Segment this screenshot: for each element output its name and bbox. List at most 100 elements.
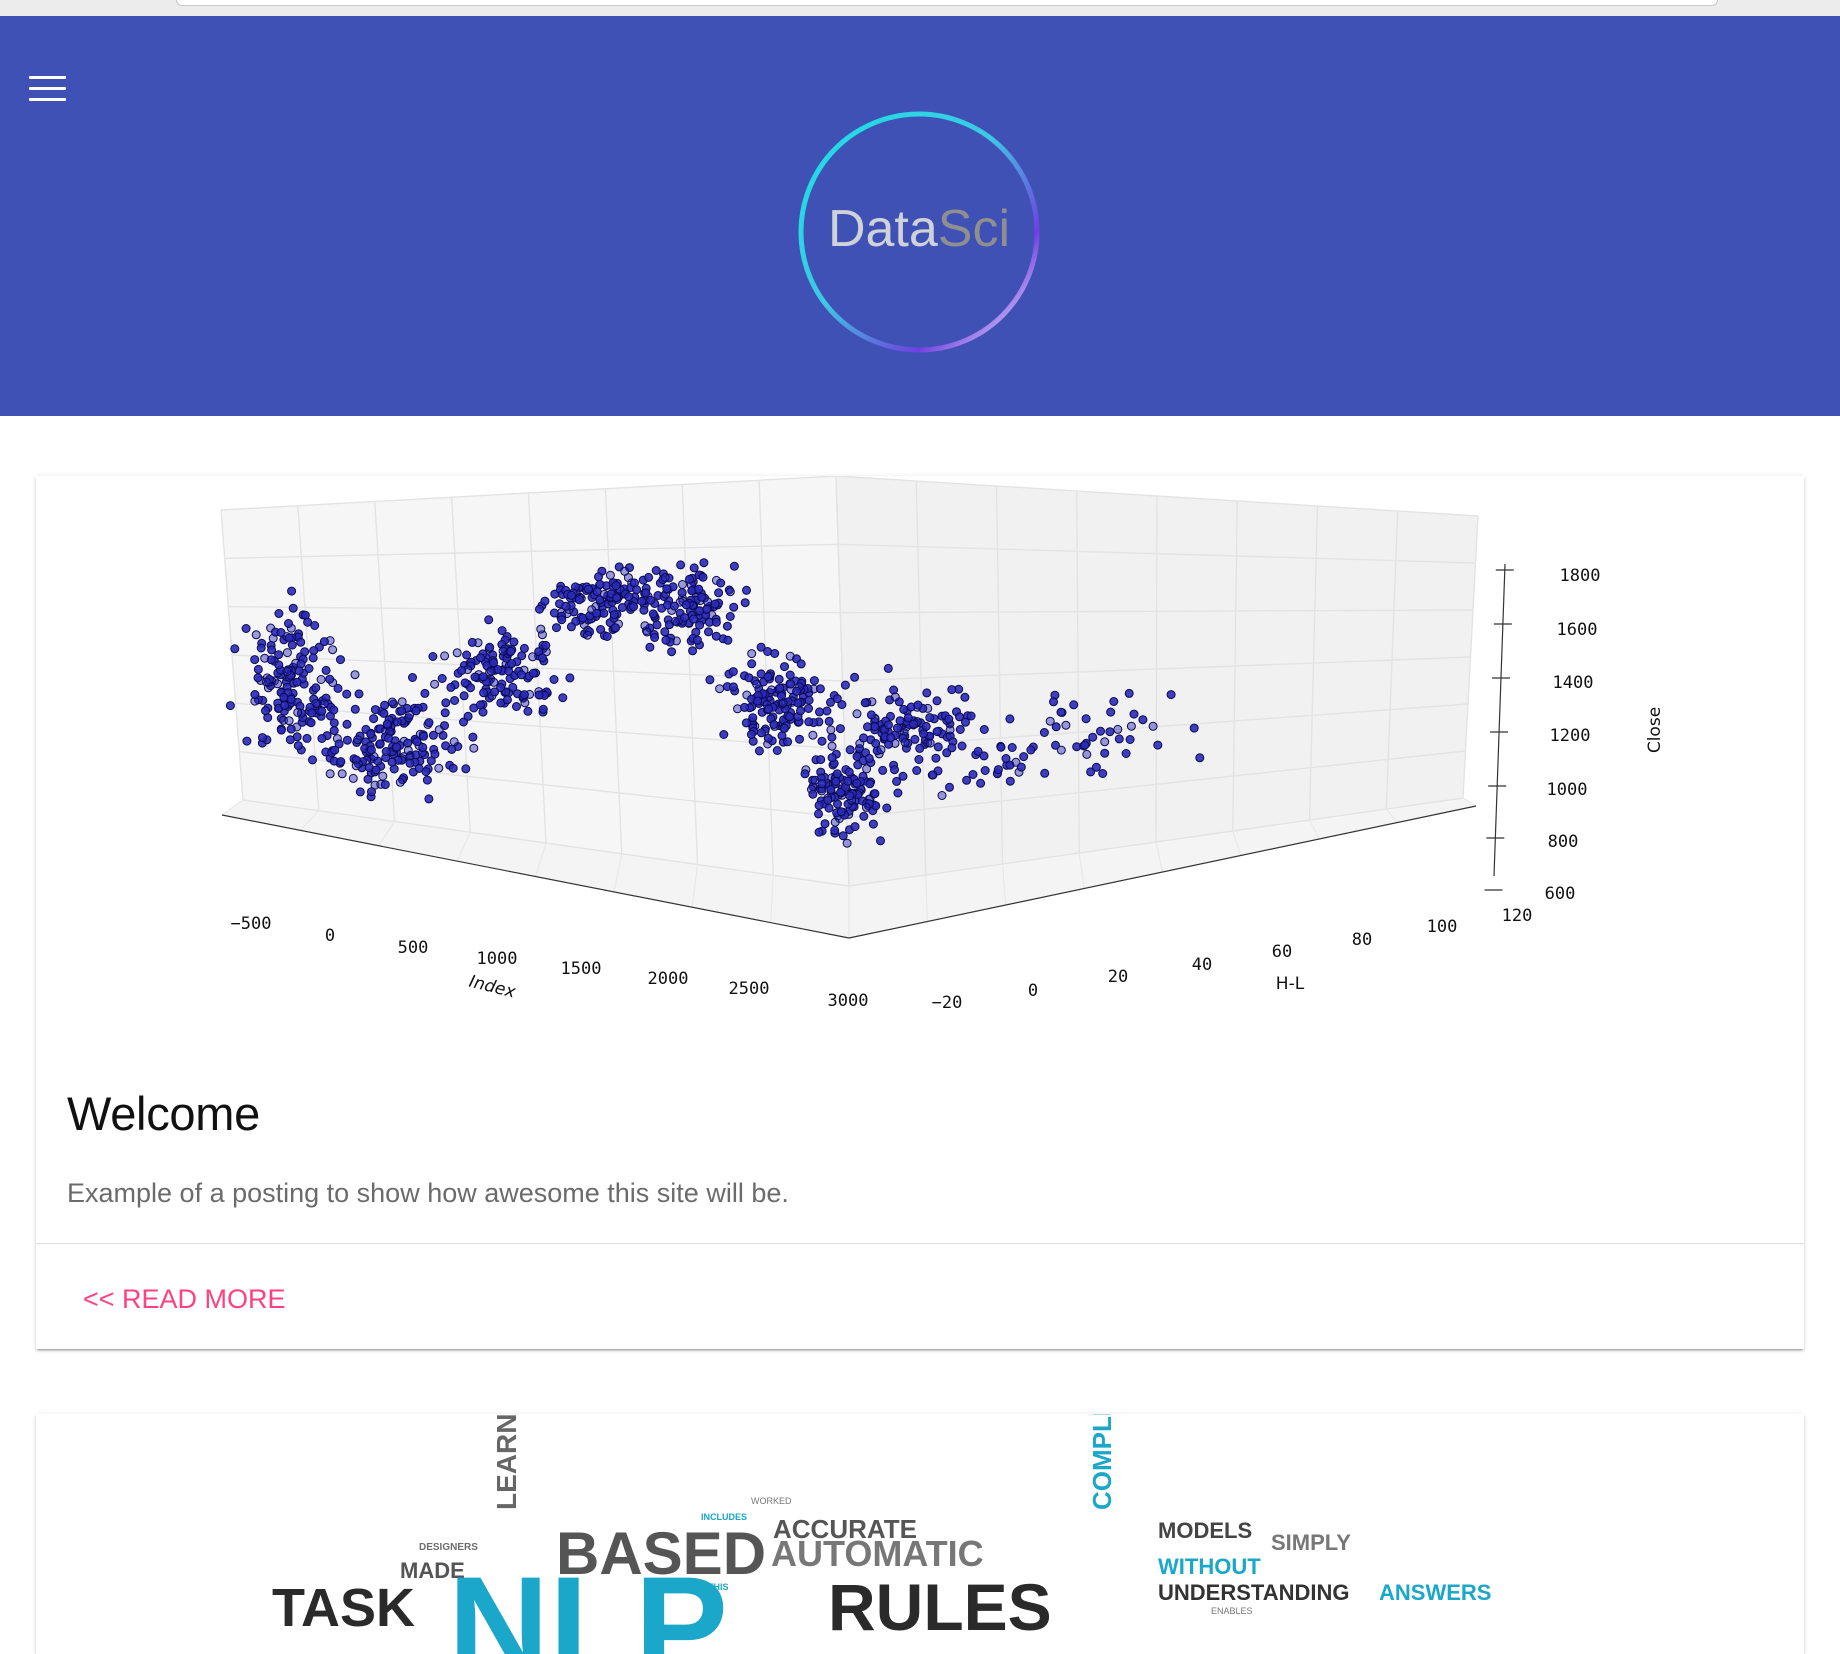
scatter-point: [792, 686, 802, 696]
scatter-point: [648, 609, 658, 619]
scatter-point: [996, 742, 1006, 752]
scatter-point: [325, 674, 335, 684]
y-tick-label: 80: [1352, 930, 1372, 950]
scatter-point: [878, 765, 888, 775]
scatter-point: [644, 572, 654, 582]
hamburger-menu-icon[interactable]: [24, 68, 72, 112]
y-tick-label: 0: [1028, 981, 1038, 1001]
word-cloud-word: ANSWERS: [1379, 1580, 1491, 1605]
scatter-point: [892, 723, 902, 733]
scatter-point: [321, 665, 331, 675]
scatter-point: [549, 608, 559, 618]
scatter-point: [1049, 697, 1058, 707]
scatter-point: [748, 713, 758, 723]
scatter-point: [508, 682, 518, 692]
post-title: Welcome: [67, 1087, 260, 1140]
scatter-point: [1016, 762, 1026, 772]
scatter-point: [677, 588, 687, 598]
scatter-point: [430, 749, 440, 759]
x-tick-label: 1500: [561, 959, 602, 979]
scatter-point: [754, 746, 764, 756]
scatter-point: [384, 733, 393, 743]
scatter-point: [329, 705, 339, 715]
scatter-point: [462, 650, 472, 660]
scatter-point: [1121, 749, 1131, 758]
scatter-point: [306, 718, 316, 728]
scatter-point: [241, 624, 251, 633]
scatter-point: [678, 580, 687, 589]
scatter-point: [753, 696, 763, 706]
logo-text-sci: Sci: [938, 200, 1010, 258]
scatter-point: [309, 646, 319, 656]
datasci-logo[interactable]: DataSci: [797, 110, 1041, 354]
word-cloud-word: SIMPLY: [1271, 1530, 1351, 1555]
scatter-point: [817, 779, 827, 789]
scatter-point: [486, 666, 496, 676]
scatter-point: [850, 672, 860, 682]
scatter-point: [574, 595, 584, 605]
scatter-point: [925, 738, 935, 748]
address-bar[interactable]: [176, 0, 1718, 6]
scatter-point: [850, 822, 860, 832]
scatter-point: [611, 581, 621, 591]
scatter-point: [830, 825, 840, 835]
scatter-point: [866, 710, 876, 720]
scatter-point: [304, 664, 314, 673]
scatter-point: [419, 731, 429, 741]
scatter-point: [489, 658, 499, 668]
scatter-point: [955, 725, 965, 734]
scatter-point: [662, 584, 672, 594]
scatter-point: [1189, 723, 1199, 733]
scatter-point: [355, 787, 365, 797]
scatter-point: [1129, 709, 1139, 719]
scatter-point: [592, 608, 602, 618]
scatter-point: [660, 573, 670, 582]
scatter-point: [351, 761, 361, 771]
scatter-point: [528, 668, 538, 678]
scatter-point: [1088, 732, 1098, 742]
scatter-point: [862, 764, 872, 774]
word-cloud-word: UNDERSTANDING: [1158, 1580, 1349, 1605]
scatter-point: [605, 570, 615, 580]
read-more-link[interactable]: << READ MORE: [83, 1284, 286, 1315]
y-tick-label: 100: [1427, 917, 1458, 937]
x-tick-label: 1000: [477, 949, 518, 969]
scatter-point: [287, 586, 297, 596]
scatter-point: [434, 763, 444, 773]
scatter-point: [804, 717, 814, 727]
scatter-point: [405, 758, 415, 768]
scatter-point: [250, 655, 260, 665]
scatter-point: [463, 711, 473, 721]
scatter-point: [1081, 714, 1091, 724]
scatter-point: [558, 693, 568, 703]
scatter-point: [1114, 734, 1124, 744]
word-cloud-word: TASK: [272, 1578, 415, 1638]
scatter-point: [931, 753, 941, 763]
scatter-point: [520, 698, 530, 708]
scatter-point: [1113, 724, 1123, 734]
scatter-point: [670, 616, 680, 626]
scatter-point: [411, 706, 421, 716]
scatter-point: [381, 747, 391, 756]
scatter-point: [440, 651, 450, 661]
scatter-point: [354, 689, 364, 699]
scatter-point: [796, 659, 806, 669]
scatter-point: [646, 595, 656, 605]
scatter-point: [711, 631, 721, 641]
scatter-point: [814, 809, 823, 819]
scatter-point: [549, 675, 559, 684]
scatter-point: [253, 673, 263, 683]
scatter-point: [1091, 762, 1101, 772]
scatter-point: [661, 635, 671, 645]
scatter-point: [378, 771, 388, 781]
scatter-point: [440, 708, 450, 718]
scatter-point: [826, 725, 836, 735]
z-tick-label: 1800: [1560, 566, 1601, 586]
scatter-point: [395, 777, 405, 787]
scatter-point: [632, 585, 642, 595]
scatter-point: [871, 739, 881, 748]
scatter-point: [746, 729, 756, 739]
scatter-point: [637, 596, 647, 606]
scatter-point: [308, 653, 318, 663]
scatter-point: [980, 766, 990, 775]
